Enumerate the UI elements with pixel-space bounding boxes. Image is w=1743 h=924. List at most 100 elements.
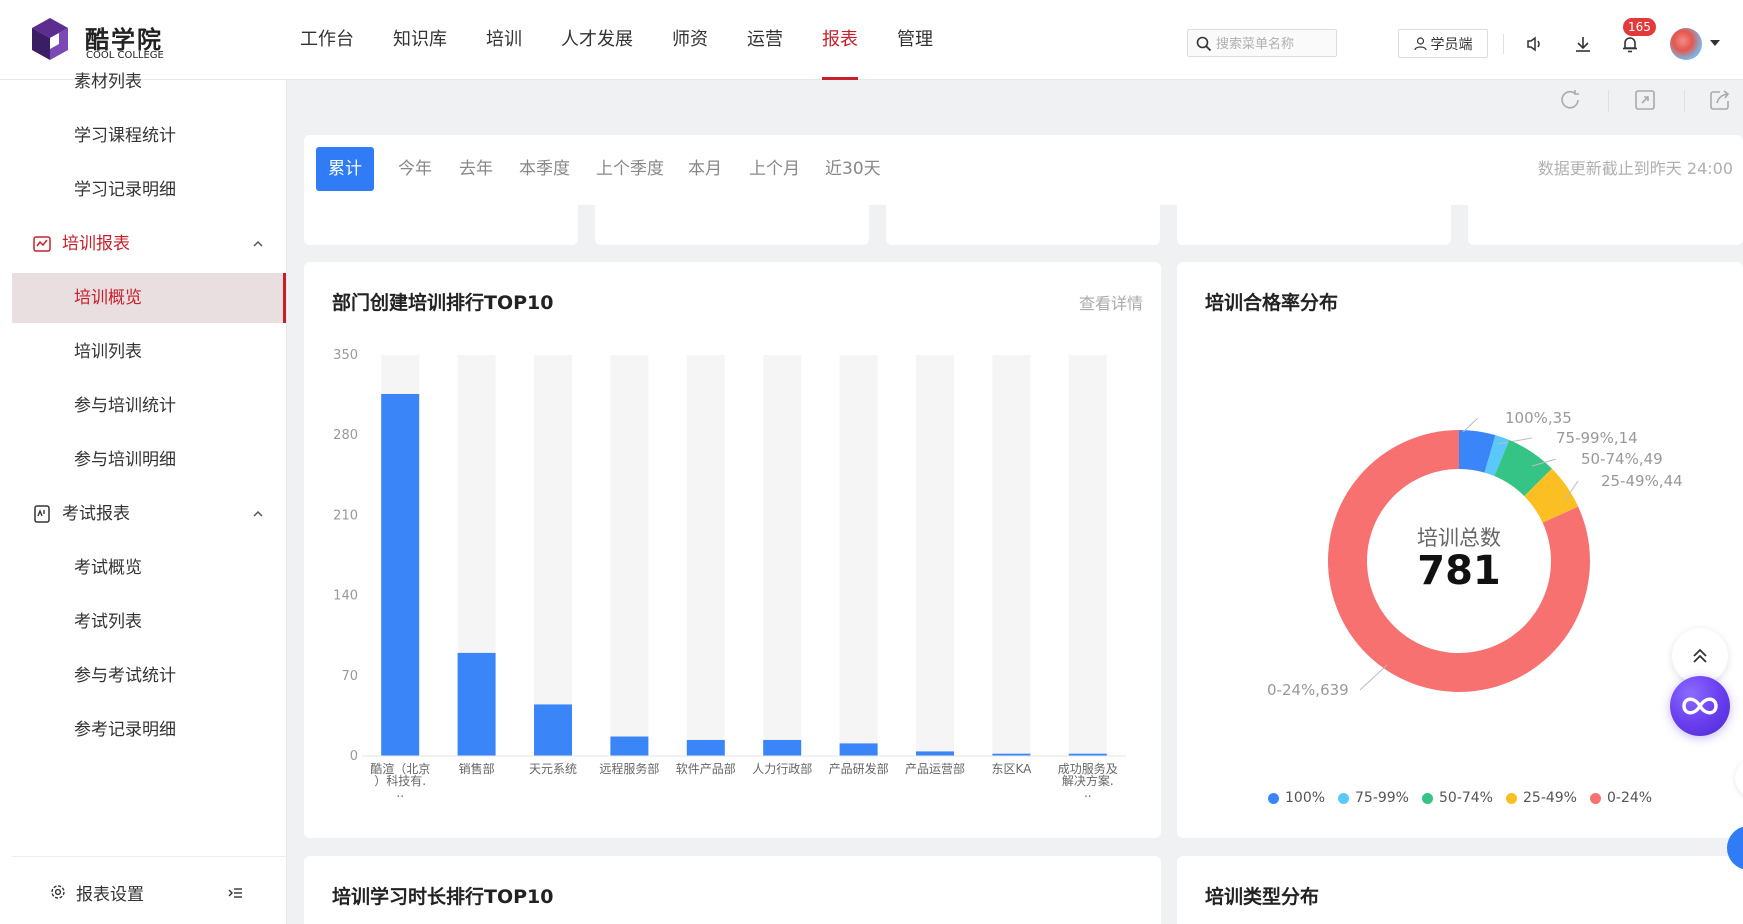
sidebar-group[interactable]: 考试报表: [12, 489, 286, 539]
exam-report-icon: [34, 505, 50, 523]
sidebar-item[interactable]: 参与培训统计: [12, 381, 286, 431]
legend-label: 50-74%: [1439, 790, 1493, 806]
sidebar-item-label: 参与培训明细: [74, 450, 176, 470]
period-tab[interactable]: 上个月: [749, 147, 800, 191]
main-nav: 工作台 知识库 培训 人才发展 师资 运营 报表 管理: [300, 0, 972, 80]
pie-legend: 100% 75-99% 50-74% 25-49% 0-24%: [0, 790, 1743, 810]
period-tab[interactable]: 今年: [398, 147, 432, 191]
sidebar-item-label: 考试报表: [62, 504, 130, 524]
legend-item[interactable]: 50-74%: [1422, 790, 1493, 806]
sidebar-item-label: 参与考试统计: [74, 666, 176, 686]
card-title: 培训学习时长排行TOP10: [332, 886, 554, 908]
legend-swatch: [1338, 792, 1349, 804]
legend-swatch: [1590, 792, 1601, 804]
card-title: 培训类型分布: [1205, 886, 1320, 908]
report-settings-label: 报表设置: [76, 884, 144, 905]
sidebar-item[interactable]: 考试列表: [12, 597, 286, 647]
gear-icon: [51, 885, 65, 899]
search-input[interactable]: [1216, 33, 1331, 53]
line-chart-icon: [33, 236, 51, 252]
chevron-down-icon[interactable]: [1710, 40, 1720, 46]
sidebar-item-label: 参与培训统计: [74, 396, 176, 416]
nav-item[interactable]: 管理: [897, 0, 933, 80]
sidebar-item[interactable]: 培训列表: [12, 327, 286, 377]
legend-swatch: [1506, 792, 1517, 804]
collapse-sidebar-icon[interactable]: [225, 883, 245, 903]
divider: [1608, 90, 1609, 112]
period-tab[interactable]: 本月: [688, 147, 722, 191]
nav-item[interactable]: 培训: [486, 0, 522, 80]
stat-card: [595, 205, 869, 245]
dept-rank-card: 部门创建培训排行TOP10 查看详情: [304, 262, 1161, 838]
sidebar-group[interactable]: 培训报表: [12, 219, 286, 269]
training-type-card: 培训类型分布: [1177, 856, 1743, 924]
share-icon[interactable]: [1706, 86, 1734, 114]
download-icon[interactable]: [1570, 31, 1596, 57]
stat-card: [1468, 205, 1743, 245]
period-tab[interactable]: 累计: [316, 147, 374, 191]
sidebar-item-label: 考试概览: [74, 558, 142, 578]
sidebar-item[interactable]: 参考记录明细: [12, 705, 286, 755]
sidebar-item-label: 参考记录明细: [74, 720, 176, 740]
card-title: 部门创建培训排行TOP10: [332, 292, 554, 314]
sidebar-item-label: 素材列表: [74, 72, 142, 92]
period-tab[interactable]: 本季度: [519, 147, 570, 191]
legend-item[interactable]: 100%: [1268, 790, 1325, 806]
report-settings-button[interactable]: 报表设置: [50, 877, 250, 907]
user-icon: [1413, 36, 1427, 50]
chevron-up-icon[interactable]: [252, 238, 264, 250]
speaker-icon[interactable]: [1522, 31, 1548, 57]
refresh-icon[interactable]: [1556, 86, 1584, 114]
card-title: 培训合格率分布: [1205, 292, 1339, 314]
view-details-link[interactable]: 查看详情: [1079, 290, 1143, 314]
donut-center-value: 781: [1417, 548, 1501, 594]
sidebar-item-label: 考试列表: [74, 612, 142, 632]
sidebar-item[interactable]: 培训概览: [12, 273, 286, 323]
study-time-card: 培训学习时长排行TOP10: [304, 856, 1161, 924]
period-tab[interactable]: 去年: [459, 147, 493, 191]
nav-item[interactable]: 知识库: [393, 0, 447, 80]
stat-card: [304, 205, 578, 245]
student-portal-button[interactable]: 学员端: [1398, 29, 1488, 58]
sidebar-item[interactable]: 学习记录明细: [12, 165, 286, 215]
update-note: 数据更新截止到昨天 24:00: [1537, 159, 1733, 178]
legend-label: 0-24%: [1607, 790, 1653, 806]
legend-swatch: [1268, 792, 1279, 804]
nav-item[interactable]: 报表: [822, 0, 858, 80]
sidebar-item[interactable]: 参与培训明细: [12, 435, 286, 485]
sidebar-divider: [12, 856, 286, 857]
legend-item[interactable]: 25-49%: [1506, 790, 1577, 806]
divider: [1684, 90, 1685, 112]
infinity-icon: [1682, 697, 1718, 715]
student-portal-label: 学员端: [1430, 36, 1473, 53]
legend-item[interactable]: 75-99%: [1338, 790, 1409, 806]
sidebar-item[interactable]: 素材列表: [12, 57, 286, 107]
sidebar-item[interactable]: 参与考试统计: [12, 651, 286, 701]
legend-item[interactable]: 0-24%: [1590, 790, 1652, 806]
nav-item[interactable]: 工作台: [300, 0, 354, 80]
sidebar-item-label: 学习课程统计: [74, 126, 176, 146]
ai-assistant-button[interactable]: [1670, 676, 1730, 736]
nav-item[interactable]: 人才发展: [561, 0, 633, 80]
nav-item[interactable]: 运营: [747, 0, 783, 80]
divider: [1503, 34, 1504, 54]
stat-card: [1177, 205, 1451, 245]
period-tab[interactable]: 上个季度: [596, 147, 664, 191]
legend-swatch: [1422, 792, 1433, 804]
period-filter-bar: 数据更新截止到昨天 24:00 累计 今年 去年 本季度 上个季度 本月 上个月 近30天: [304, 135, 1743, 205]
fullscreen-icon[interactable]: [1631, 86, 1659, 114]
search-icon: [1196, 36, 1212, 52]
legend-label: 75-99%: [1355, 790, 1409, 806]
chevron-up-icon[interactable]: [252, 508, 264, 520]
avatar[interactable]: [1670, 28, 1702, 60]
nav-item[interactable]: 师资: [672, 0, 708, 80]
sidebar-item[interactable]: 考试概览: [12, 543, 286, 593]
logo-cube-icon: [32, 18, 68, 60]
sidebar-item-label: 学习记录明细: [74, 180, 176, 200]
sidebar-item[interactable]: 学习课程统计: [12, 111, 286, 161]
notification-badge: 165: [1623, 18, 1656, 36]
stat-card: [886, 205, 1160, 245]
menu-search[interactable]: [1187, 29, 1337, 57]
period-tab[interactable]: 近30天: [825, 147, 881, 191]
legend-label: 100%: [1285, 790, 1326, 806]
